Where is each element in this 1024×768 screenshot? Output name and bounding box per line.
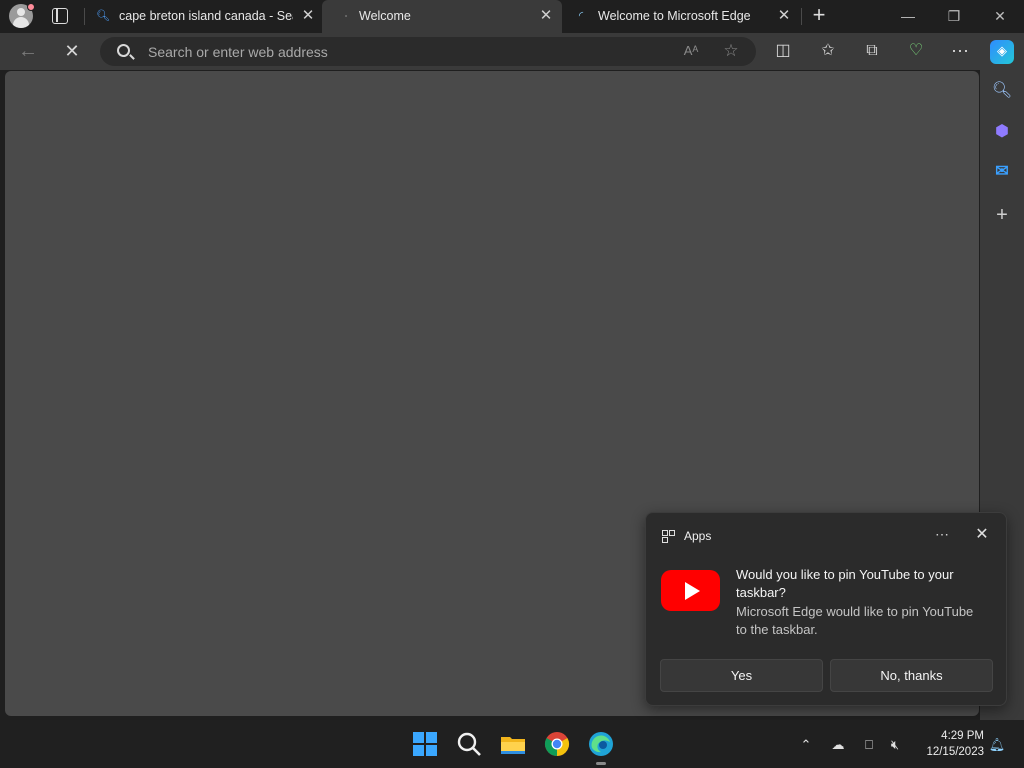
tab-actions-icon[interactable] (52, 8, 68, 24)
title-bar: 🔍︎ cape breton island canada - Sear ✕ ∙ … (0, 0, 1024, 33)
tab-welcome-edge[interactable]: ◜ Welcome to Microsoft Edge ✕ (566, 0, 800, 33)
close-tab-icon[interactable]: ✕ (538, 8, 554, 24)
profile-notification-dot (27, 3, 35, 11)
more-icon[interactable]: ⋯ (949, 40, 971, 62)
stop-icon[interactable]: ✕ (61, 40, 83, 62)
tab-title: Welcome to Microsoft Edge (598, 9, 751, 23)
loading-icon: ◜ (578, 10, 584, 22)
tab-separator (84, 8, 85, 25)
outlook-icon[interactable]: ✉ (990, 160, 1014, 184)
active-app-indicator (596, 762, 606, 765)
search-icon[interactable] (455, 730, 483, 758)
clock-time: 4:29 PM (941, 730, 984, 742)
read-aloud-icon[interactable]: Aᴬ (680, 40, 702, 62)
copilot-icon[interactable]: ◈ (990, 40, 1014, 64)
system-clock[interactable]: 4:29 PM 12/15/2023 (912, 724, 984, 764)
onedrive-icon[interactable]: ☁ (829, 736, 847, 754)
tab-welcome[interactable]: ∙ Welcome ✕ (322, 0, 562, 33)
restore-icon[interactable]: ❐ (944, 6, 964, 26)
volume-muted-icon[interactable]: 🔇︎ (886, 736, 904, 754)
close-window-icon[interactable]: ✕ (990, 6, 1010, 26)
notification-app-name: Apps (684, 529, 712, 543)
collections-icon[interactable]: ⧉ (861, 40, 883, 62)
clock-date: 12/15/2023 (926, 746, 984, 758)
chrome-icon[interactable] (543, 730, 571, 758)
search-icon[interactable]: 🔍︎ (990, 79, 1014, 103)
close-icon[interactable]: ✕ (972, 525, 992, 545)
youtube-icon (661, 570, 720, 611)
tab-title: cape breton island canada - Sear (119, 9, 293, 23)
address-bar[interactable]: Aᴬ ☆ (100, 37, 756, 66)
split-screen-icon[interactable]: ◫ (772, 40, 794, 62)
favorites-icon[interactable]: ✩ (817, 40, 839, 62)
tab-separator (801, 8, 802, 25)
loading-icon: ∙ (344, 10, 348, 22)
file-explorer-icon[interactable] (499, 730, 527, 758)
tab-cape-breton[interactable]: 🔍︎ cape breton island canada - Sear ✕ (86, 0, 322, 33)
new-tab-button[interactable]: + (808, 4, 830, 27)
edge-icon[interactable] (587, 730, 615, 758)
more-icon[interactable]: ⋯ (932, 525, 952, 545)
favorite-star-icon[interactable]: ☆ (720, 40, 742, 62)
yes-button[interactable]: Yes (660, 659, 823, 692)
notification-bell-icon[interactable]: 🔔︎ (988, 736, 1006, 754)
network-icon[interactable]: ⎕ (860, 736, 878, 754)
apps-icon (662, 530, 675, 543)
search-icon: 🔍︎ (96, 10, 110, 22)
browser-essentials-icon[interactable]: ♡ (905, 40, 927, 62)
notification-title: Would you like to pin YouTube to your ta… (736, 567, 954, 600)
close-tab-icon[interactable]: ✕ (300, 8, 316, 24)
show-hidden-icons-icon[interactable]: ⌃ (797, 736, 815, 754)
toolbar: ← ✕ Aᴬ ☆ ◫ ✩ ⧉ ♡ ⋯ ◈ (0, 33, 1024, 70)
tab-title: Welcome (359, 9, 411, 23)
minimize-icon[interactable]: — (898, 6, 918, 26)
close-tab-icon[interactable]: ✕ (776, 8, 792, 24)
start-icon[interactable] (411, 730, 439, 758)
address-input[interactable] (148, 42, 668, 61)
no-thanks-button[interactable]: No, thanks (830, 659, 993, 692)
notification-message: Microsoft Edge would like to pin YouTube… (736, 604, 974, 637)
search-icon (117, 44, 130, 57)
add-icon[interactable]: + (990, 203, 1014, 227)
pin-app-notification: Apps ⋯ ✕ Would you like to pin YouTube t… (645, 512, 1007, 706)
copilot-icon[interactable]: ⬢ (990, 120, 1014, 144)
back-icon[interactable]: ← (17, 40, 39, 62)
